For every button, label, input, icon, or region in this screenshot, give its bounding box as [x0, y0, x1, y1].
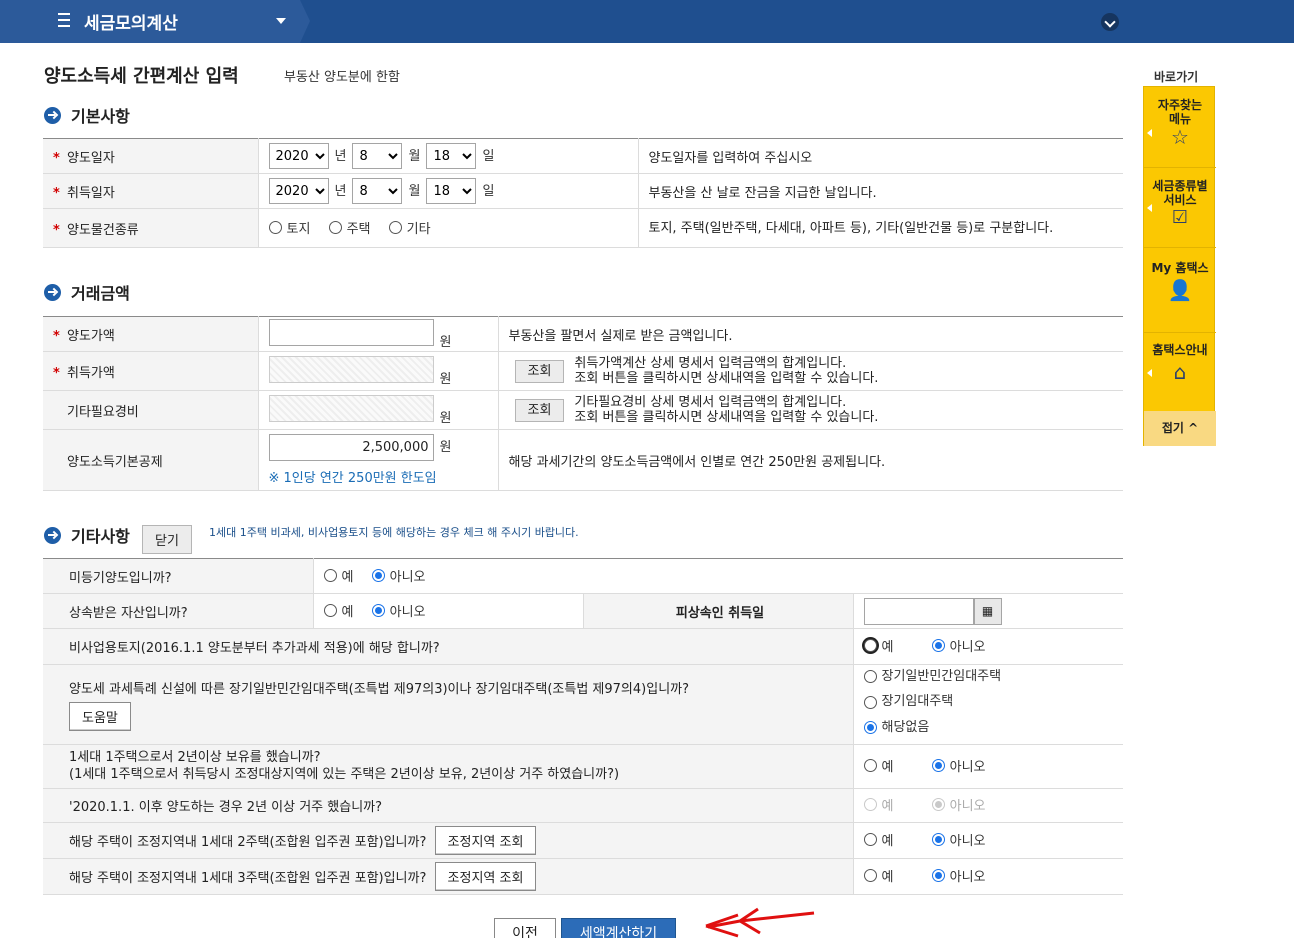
basic-table: * 양도일자 2020 년 8 월 18 일 양도일자를 입력하여 주십시오 * 취득일자 2… [43, 138, 1123, 248]
q4-option-long-term-rental-radio[interactable]: 장기임대주택 [863, 691, 953, 713]
row-q7: 해당 주택이 조정지역내 1세대 2주택(조합원 입주권 포함)입니까? 조정지… [43, 822, 1123, 859]
q5-yes-radio[interactable]: 예 [863, 756, 893, 775]
transfer-month-select[interactable]: 8 [352, 143, 403, 169]
quick-menu-title: 바로가기 [1154, 70, 1199, 84]
q4-option-none-radio[interactable]: 해당없음 [863, 717, 929, 739]
q3-no-radio[interactable]: 아니오 [931, 636, 986, 655]
row-q4: 양도세 과세특례 신설에 따른 장기일반민간임대주택(조특법 제97의3)이나 … [43, 664, 1123, 745]
transfer-year-select[interactable]: 2020 [268, 143, 329, 169]
etc-table: 미등기양도입니까? 예 아니오 상속받은 자산입니까? 예 아니오 피상속인 취… [43, 558, 1123, 629]
q8-no-radio[interactable]: 아니오 [931, 866, 986, 885]
acquire-day-select[interactable]: 18 [426, 178, 477, 204]
quick-fold-button[interactable]: 접기 ^ [1144, 411, 1216, 446]
section-arrow-icon [44, 106, 61, 124]
other-cost-lookup-button[interactable]: 조회 [514, 398, 565, 422]
collapse-circle-icon[interactable] [1101, 13, 1119, 31]
q1-no-radio[interactable]: 아니오 [371, 566, 426, 585]
deduction-limit-note: ※ 1인당 연간 250만원 한도임 [268, 471, 437, 486]
section-arrow-icon [44, 526, 61, 544]
row-q1: 미등기양도입니까? 예 아니오 [43, 558, 1123, 594]
calculate-tax-button[interactable]: 세액계산하기 [561, 918, 676, 938]
q3-yes-radio[interactable]: 예 [863, 636, 893, 655]
row-transfer-price: * 양도가액 원 부동산을 팔면서 실제로 받은 금액입니다. [43, 316, 1123, 352]
caret-down-icon[interactable] [276, 18, 286, 24]
home-icon: ⌂ [1173, 360, 1187, 384]
row-property-type: * 양도물건종류 토지 주택 기타 토지, 주택(일반주택, 다세대, 아파트 등… [43, 208, 1123, 248]
q1-yes-radio[interactable]: 예 [323, 566, 353, 585]
property-type-desc: 토지, 주택(일반주택, 다세대, 아파트 등), 기타(일반건물 등)로 구분… [648, 220, 1054, 236]
acquire-price-lookup-button[interactable]: 조회 [514, 359, 565, 383]
acquire-date-label: 취득일자 [67, 185, 115, 201]
calendar-icon[interactable]: ▦ [973, 597, 1002, 625]
row-q2: 상속받은 자산입니까? 예 아니오 피상속인 취득일 ▦ [43, 593, 1123, 629]
property-land-radio[interactable]: 토지 [268, 218, 310, 237]
q8-yes-radio[interactable]: 예 [863, 866, 893, 885]
q5-no-radio[interactable]: 아니오 [931, 756, 986, 775]
acquire-date-desc: 부동산을 산 날로 잔금을 지급한 날입니다. [648, 185, 877, 201]
basic-deduction-input[interactable]: 2,500,000 [268, 434, 434, 461]
page-subtitle: 부동산 양도분에 한함 [284, 70, 400, 85]
acquire-month-select[interactable]: 8 [352, 178, 403, 204]
left-arrow-icon [1147, 129, 1152, 137]
etc-note: 1세대 1주택 비과세, 비사업용토지 등에 해당하는 경우 체크 해 주시기 … [209, 526, 579, 539]
section-amount-title: 거래금액 [44, 280, 130, 304]
row-q5: 1세대 1주택으로서 2년이상 보유를 했습니까? (1세대 1주택으로서 취득… [43, 744, 1123, 789]
acquire-price-input [268, 355, 434, 383]
transfer-date-desc: 양도일자를 입력하여 주십시오 [648, 150, 813, 166]
region-lookup-button-q7[interactable]: 조정지역 조회 [434, 825, 537, 855]
q6-no-radio: 아니오 [931, 795, 986, 814]
row-q3: 비사업용토지(2016.1.1 양도분부터 추가과세 적용)에 해당 합니까? … [43, 629, 1123, 665]
amount-table: * 양도가액 원 부동산을 팔면서 실제로 받은 금액입니다. * 취득가액 원 조… [43, 316, 1123, 491]
quick-my-hometax[interactable]: My 홈택스 👤 [1144, 261, 1216, 302]
person-icon: 👤 [1167, 278, 1193, 302]
row-acquire-date: * 취득일자 2020 년 8 월 18 일 부동산을 산 날로 잔금을 지급한 날입니다. [43, 173, 1123, 209]
quick-hometax-guide[interactable]: 홈택스안내 ⌂ [1144, 343, 1216, 384]
help-button[interactable]: 도움말 [69, 701, 131, 731]
quick-tax-services[interactable]: 세금종류별 서비스 ☑ [1144, 179, 1216, 228]
quick-favorites[interactable]: 자주찾는 메뉴 ☆ [1144, 98, 1216, 149]
q2-no-radio[interactable]: 아니오 [371, 601, 426, 620]
acquire-year-select[interactable]: 2020 [268, 178, 329, 204]
q7-no-radio[interactable]: 아니오 [931, 830, 986, 849]
transfer-date-label: 양도일자 [67, 150, 115, 166]
other-cost-input [268, 394, 434, 422]
property-house-radio[interactable]: 주택 [328, 218, 370, 237]
q7-yes-radio[interactable]: 예 [863, 830, 893, 849]
etc-table-2: 비사업용토지(2016.1.1 양도분부터 추가과세 적용)에 해당 합니까? … [43, 629, 1123, 895]
row-other-cost: *기타필요경비 원 조회 기타필요경비 상세 명세서 입력금액의 합계입니다.조… [43, 390, 1123, 430]
inherit-date-input[interactable] [863, 597, 974, 625]
prev-button[interactable]: 이전 [494, 918, 556, 938]
left-arrow-icon [1147, 369, 1152, 377]
transfer-day-select[interactable]: 18 [426, 143, 477, 169]
row-basic-deduction: *양도소득기본공제 2,500,000원 ※ 1인당 연간 250만원 한도임 … [43, 429, 1123, 491]
row-acquire-price: * 취득가액 원 조회 취득가액계산 상세 명세서 입력금액의 합계입니다. 조회 … [43, 351, 1123, 391]
quick-menu: 자주찾는 메뉴 ☆ 세금종류별 서비스 ☑ My 홈택스 👤 홈택스안내 ⌂ 접기 … [1143, 86, 1216, 446]
property-other-radio[interactable]: 기타 [388, 218, 431, 237]
menu-title[interactable]: 세금모의계산 [84, 9, 178, 34]
menu-tip [300, 0, 310, 43]
transfer-price-input[interactable] [268, 318, 434, 346]
region-lookup-button-q8[interactable]: 조정지역 조회 [434, 861, 537, 891]
etc-close-button[interactable]: 닫기 [142, 525, 192, 554]
property-type-label: 양도물건종류 [67, 222, 139, 238]
row-transfer-date: * 양도일자 2020 년 8 월 18 일 양도일자를 입력하여 주십시오 [43, 138, 1123, 174]
section-basic-title: 기본사항 [44, 103, 130, 127]
annotation-arrow-icon [705, 907, 815, 938]
checkbox-icon: ☑ [1171, 207, 1189, 228]
left-arrow-icon [1147, 204, 1152, 212]
q6-yes-radio: 예 [863, 795, 893, 814]
section-arrow-icon [44, 283, 61, 301]
top-navigation-bar: 세금모의계산 [0, 0, 1294, 43]
q2-yes-radio[interactable]: 예 [323, 601, 353, 620]
section-etc-title: 기타사항 [44, 523, 130, 547]
q4-option-private-rental-radio[interactable]: 장기일반민간임대주택 [863, 666, 1001, 688]
star-icon: ☆ [1171, 125, 1189, 149]
row-q8: 해당 주택이 조정지역내 1세대 3주택(조합원 입주권 포함)입니까? 조정지… [43, 858, 1123, 895]
hamburger-icon[interactable] [58, 13, 70, 27]
page-title: 양도소득세 간편계산 입력 [44, 66, 239, 87]
row-q6: '2020.1.1. 이후 양도하는 경우 2년 이상 거주 했습니까? 예 아… [43, 788, 1123, 823]
